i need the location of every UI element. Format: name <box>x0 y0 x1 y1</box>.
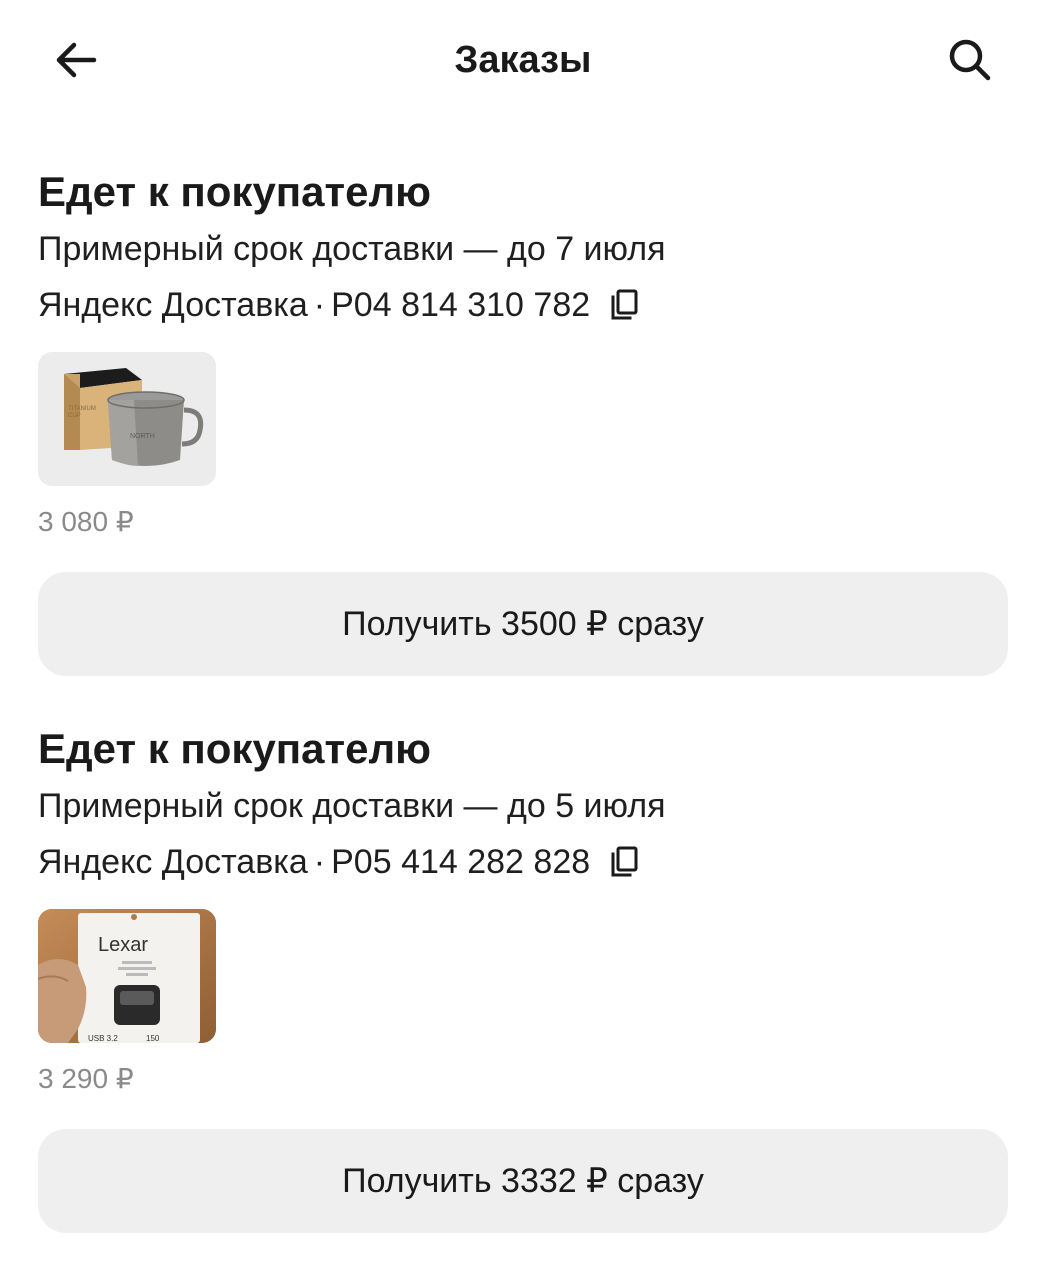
svg-text:TITANIUM: TITANIUM <box>68 406 96 412</box>
search-button[interactable] <box>938 28 1002 92</box>
carrier-name: Яндекс Доставка <box>38 286 308 324</box>
order-status: Едет к покупателю <box>38 725 432 772</box>
order-status: Едет к покупателю <box>38 168 432 215</box>
order-card: Едет к покупателю Примерный срок доставк… <box>38 164 1008 676</box>
separator: · <box>313 286 326 324</box>
order-card: Едет к покупателю Примерный срок доставк… <box>38 721 1008 1233</box>
product-price: 3 290 ₽ <box>38 1063 134 1094</box>
product-image-flash-drive[interactable]: Lexar USB 3.2 150 <box>38 909 216 1043</box>
tracking-row: Яндекс Доставка · P05 414 282 828 <box>38 839 1008 885</box>
svg-text:NORTH: NORTH <box>130 433 155 440</box>
carrier-name: Яндекс Доставка <box>38 843 308 881</box>
svg-text:USB 3.2: USB 3.2 <box>88 1034 118 1043</box>
tracking-number: P04 814 310 782 <box>331 286 591 324</box>
product-image-mug[interactable]: TITANIUM CUP NORTH <box>38 352 216 486</box>
copy-icon <box>611 846 638 877</box>
search-icon <box>949 39 991 81</box>
delivery-estimate: Примерный срок доставки — до 5 июля <box>38 787 666 825</box>
separator: · <box>313 843 326 881</box>
tracking-number: P05 414 282 828 <box>331 843 591 881</box>
tracking-row: Яндекс Доставка · P04 814 310 782 <box>38 282 1008 328</box>
product-price: 3 080 ₽ <box>38 506 134 537</box>
get-money-button[interactable]: Получить 3332 ₽ сразу <box>38 1129 1008 1233</box>
copy-tracking-button[interactable] <box>606 844 642 880</box>
delivery-estimate: Примерный срок доставки — до 7 июля <box>38 230 666 268</box>
svg-text:Lexar: Lexar <box>98 934 148 956</box>
copy-icon <box>611 289 638 320</box>
page-title: Заказы <box>454 39 592 81</box>
copy-tracking-button[interactable] <box>606 287 642 323</box>
get-money-button[interactable]: Получить 3500 ₽ сразу <box>38 572 1008 676</box>
svg-text:150: 150 <box>146 1034 160 1043</box>
svg-text:CUP: CUP <box>68 413 81 419</box>
top-app-bar: Заказы <box>0 0 1046 120</box>
